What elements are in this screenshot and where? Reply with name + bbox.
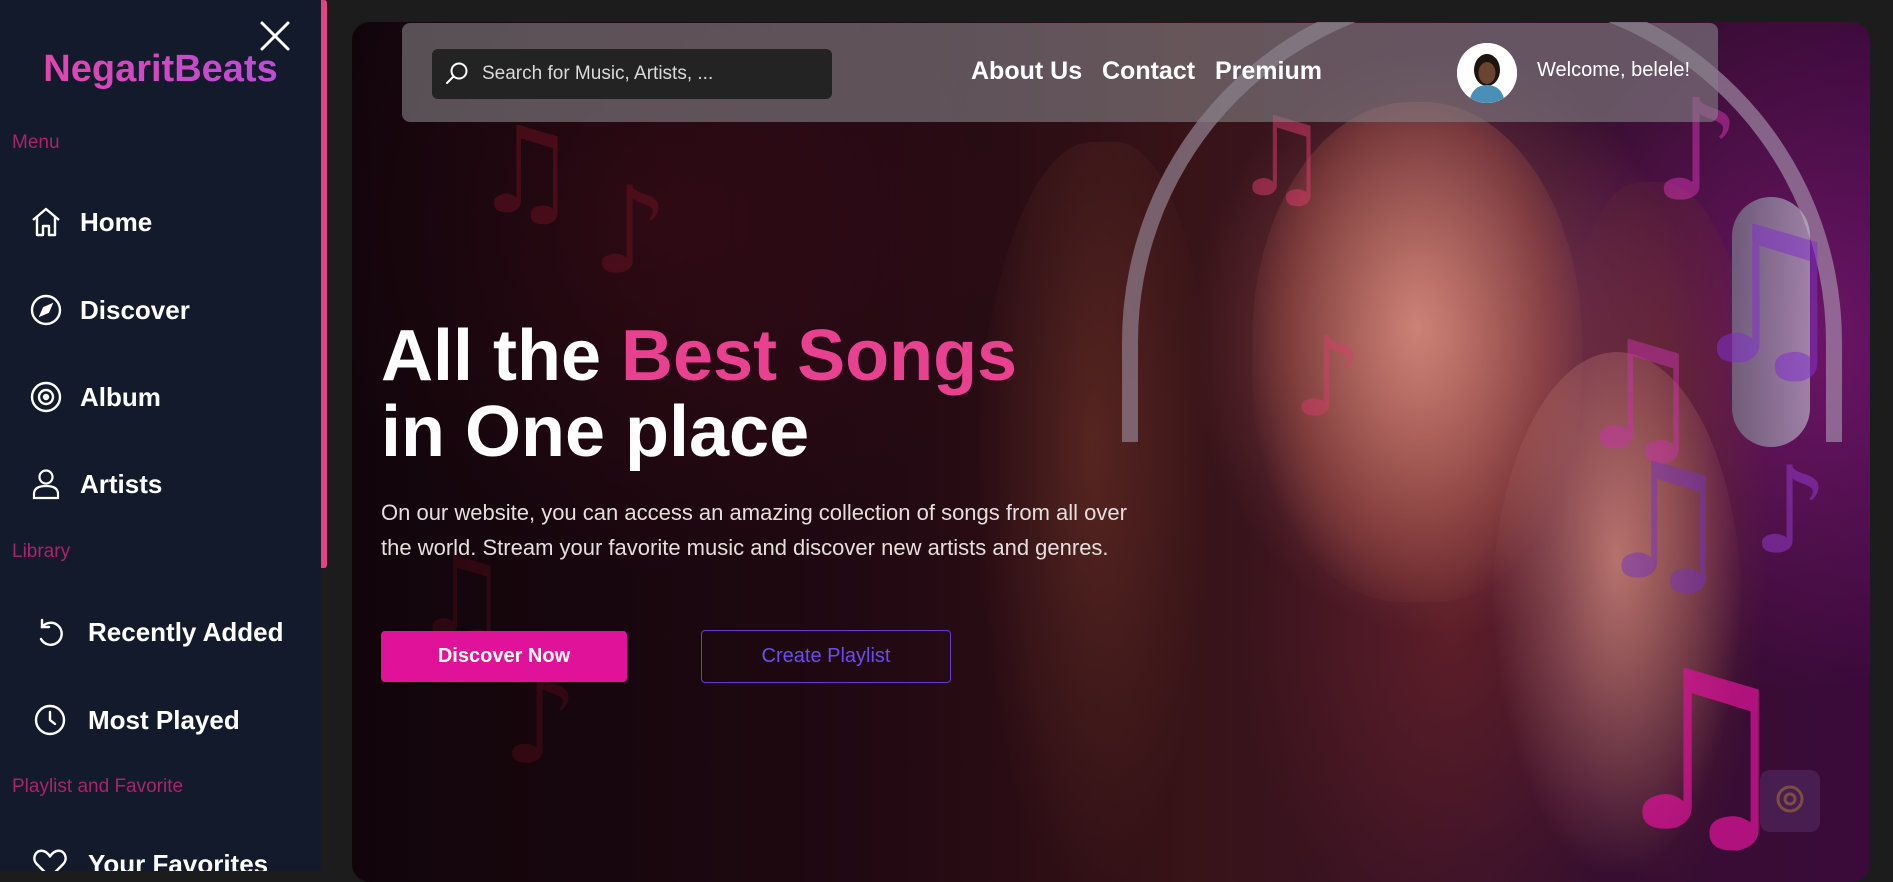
nav-link-contact[interactable]: Contact [1102,57,1195,86]
nav-link-premium[interactable]: Premium [1215,57,1322,86]
music-note-icon: ♫ [1682,186,1853,407]
sidebar-item-artists[interactable]: Artists [28,462,162,506]
nav-link-about-us[interactable]: About Us [971,57,1082,86]
disc-icon [28,379,64,415]
search-input[interactable] [480,62,820,86]
sidebar-item-label: Artists [80,468,163,499]
brand-logo[interactable]: NegaritBeats [0,48,321,91]
section-label-library: Library [12,541,71,562]
hero-description: On our website, you can access an amazin… [381,500,1127,560]
sidebar-item-label: Your Favorites [88,848,269,872]
top-navigation-bar: About Us Contact Premium Welcome, belele… [402,23,1718,122]
search-bar[interactable] [432,49,832,99]
section-label-menu: Menu [12,132,60,153]
sidebar-item-album[interactable]: Album [28,375,161,419]
music-note-icon: ♫ [1592,428,1736,615]
hero-title-part1: All the [381,316,622,396]
clock-icon [32,702,68,738]
discover-now-button[interactable]: Discover Now [381,631,627,682]
floating-widget[interactable] [1760,770,1820,832]
spinner-icon [1773,782,1807,821]
hero-title-accent: Best Songs [621,316,1018,396]
sidebar-item-recently-added[interactable]: Recently Added [32,610,284,654]
sidebar-item-label: Home [80,206,153,237]
hero-title-line2: in One place [381,392,810,472]
heart-icon [32,846,68,871]
sidebar-scrollbar[interactable] [321,0,327,568]
music-note-icon: ♪ [1292,313,1363,441]
sidebar-item-discover[interactable]: Discover [28,288,190,332]
sidebar-item-label: Album [80,381,161,412]
sidebar-item-label: Discover [80,294,190,325]
search-icon [444,61,470,87]
sidebar-item-label: Recently Added [88,616,284,647]
create-playlist-button[interactable]: Create Playlist [701,630,951,683]
music-note-icon: ♪ [1752,442,1829,581]
compass-icon [28,292,64,328]
sidebar: NegaritBeats Menu Home Discover Album Ar… [0,0,321,871]
home-icon [28,204,64,240]
sidebar-item-home[interactable]: Home [28,200,152,244]
avatar[interactable] [1457,43,1517,103]
history-icon [32,614,68,650]
sidebar-item-label: Most Played [88,704,240,735]
welcome-message: Welcome, belele! [1537,59,1691,81]
section-label-playlist: Playlist and Favorite [12,776,184,797]
user-icon [28,466,64,502]
sidebar-item-most-played[interactable]: Most Played [32,698,240,742]
hero-title: All the Best Songs in One place [381,318,1017,470]
sidebar-item-your-favorites[interactable]: Your Favorites [32,842,268,871]
